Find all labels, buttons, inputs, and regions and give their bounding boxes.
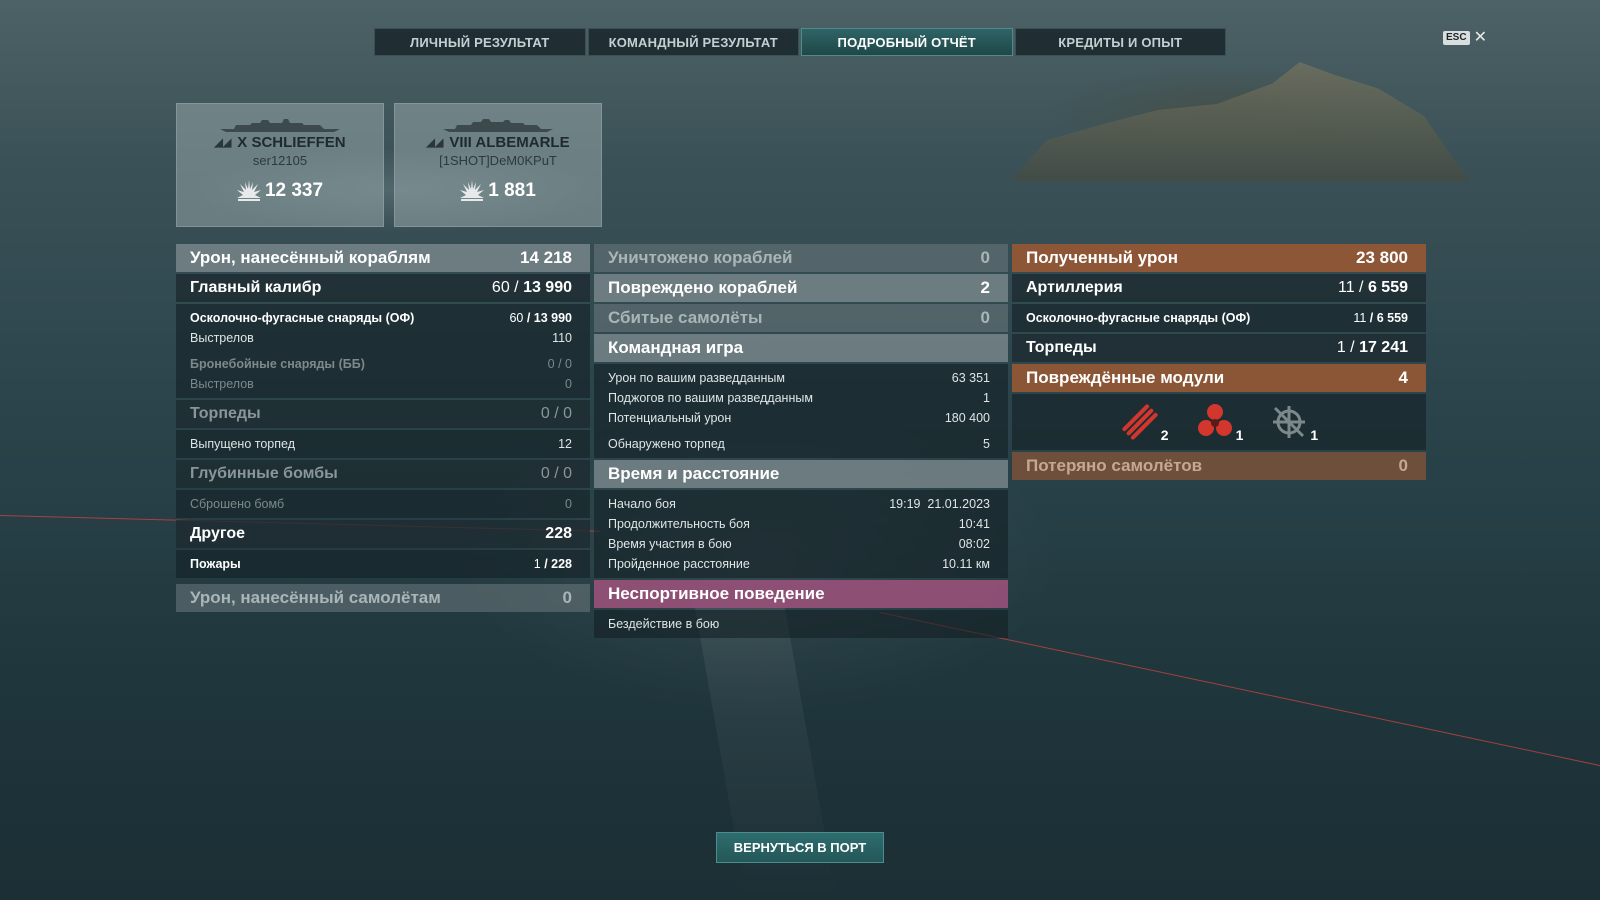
- player-name: ser12105: [252, 153, 308, 168]
- torps-launched-row: Выпущено торпед 12: [190, 437, 572, 451]
- ship-class-icon: ◢◢: [214, 137, 232, 149]
- spotting-fires-row: Поджогов по вашим разведданным 1: [608, 391, 990, 405]
- received-damage-column: Полученный урон 23 800 Артиллерия 11 / 6 …: [1012, 244, 1426, 482]
- team-play-header: Командная игра: [594, 334, 1008, 362]
- main-battery-details: Осколочно-фугасные снаряды (ОФ) 60 / 13 …: [176, 304, 590, 398]
- tab-credits-xp[interactable]: КРЕДИТЫ И ОПЫТ: [1014, 28, 1226, 56]
- ship-name: X SCHLIEFFEN: [237, 134, 346, 151]
- ship-name: VIII ALBEMARLE: [449, 134, 570, 151]
- torps-spotted-row: Обнаружено торпед 5: [608, 437, 990, 451]
- damage-explosion-icon: [460, 180, 485, 201]
- planes-lost-header: Потеряно самолётов 0: [1012, 452, 1426, 480]
- he-shots-row: Выстрелов 110: [190, 331, 572, 345]
- damage-explosion-icon: [236, 180, 261, 201]
- tab-personal-result[interactable]: ЛИЧНЫЙ РЕЗУЛЬТАТ: [374, 28, 586, 56]
- time-distance-details: Начало боя 19:19 21.01.2023 Продолжительн…: [594, 490, 1008, 578]
- player-card[interactable]: ◢◢ VIII ALBEMARLE [1SHOT]DeM0KPuT 1 881: [394, 103, 602, 227]
- torpedo-tubes-icon: [1122, 404, 1158, 440]
- damaged-ships-header: Повреждено кораблей 2: [594, 274, 1008, 302]
- player-name: [1SHOT]DeM0KPuT: [439, 153, 557, 168]
- artillery-details: Осколочно-фугасные снаряды (ОФ) 11 / 6 5…: [1012, 304, 1426, 332]
- distance-row: Пройденное расстояние 10.11 км: [608, 557, 990, 571]
- player-card[interactable]: ◢◢ X SCHLIEFFEN ser12105 12 337: [176, 103, 384, 227]
- unsporting-details: Бездействие в бою: [594, 610, 1008, 638]
- bombs-dropped-row: Сброшено бомб 0: [190, 497, 572, 511]
- other-row: Другое 228: [176, 520, 590, 548]
- fires-row: Пожары 1 / 228: [190, 557, 572, 571]
- damage-value: 12 337: [264, 180, 324, 201]
- close-button[interactable]: ESC ✕: [1443, 29, 1487, 46]
- idle-row: Бездействие в бою: [608, 617, 720, 631]
- received-he-row: Осколочно-фугасные снаряды (ОФ) 11 / 6 5…: [1026, 311, 1408, 325]
- damaged-modules-header: Повреждённые модули 4: [1012, 364, 1426, 392]
- tab-team-result[interactable]: КОМАНДНЫЙ РЕЗУЛЬТАТ: [587, 28, 799, 56]
- damaged-modules-icons: 2 1 1: [1012, 394, 1426, 450]
- tab-detailed-report[interactable]: ПОДРОБНЫЙ ОТЧЁТ: [801, 28, 1013, 56]
- dealt-damage-column: Урон, нанесённый кораблям 14 218 Главный…: [176, 244, 590, 614]
- team-column: Уничтожено кораблей 0 Повреждено кораблей…: [594, 244, 1008, 640]
- plane-damage-header: Урон, нанесённый самолётам 0: [176, 584, 590, 612]
- received-damage-header: Полученный урон 23 800: [1012, 244, 1426, 272]
- torpedoes-row: Торпеды 0 / 0: [176, 400, 590, 428]
- planes-shot-header: Сбитые самолёты 0: [594, 304, 1008, 332]
- ship-damage-header: Урон, нанесённый кораблям 14 218: [176, 244, 590, 272]
- torpedo-tubes-module[interactable]: 2: [1120, 402, 1169, 442]
- torpedoes-details: Выпущено торпед 12: [176, 430, 590, 458]
- ship-class-icon: ◢◢: [426, 137, 444, 149]
- depth-charges-row: Глубинные бомбы 0 / 0: [176, 460, 590, 488]
- unsporting-header: Неспортивное поведение: [594, 580, 1008, 608]
- battle-duration-row: Продолжительность боя 10:41: [608, 517, 990, 531]
- artillery-row: Артиллерия 11 / 6 559: [1012, 274, 1426, 302]
- battle-start-row: Начало боя 19:19 21.01.2023: [608, 497, 990, 511]
- esc-key-hint: ESC: [1443, 31, 1470, 45]
- propeller-icon: [1197, 404, 1232, 436]
- return-to-port-button[interactable]: ВЕРНУТЬСЯ В ПОРТ: [716, 832, 884, 863]
- propeller-module[interactable]: 1: [1195, 402, 1243, 442]
- close-icon: ✕: [1473, 29, 1487, 46]
- steering-gear-icon: [1273, 406, 1306, 438]
- other-details: Пожары 1 / 228: [176, 550, 590, 578]
- time-distance-header: Время и расстояние: [594, 460, 1008, 488]
- ap-shots-row: Выстрелов 0: [190, 377, 572, 391]
- ap-shells-row: Бронебойные снаряды (ББ) 0 / 0: [190, 357, 572, 371]
- depth-charges-details: Сброшено бомб 0: [176, 490, 590, 518]
- potential-damage-row: Потенциальный урон 180 400: [608, 411, 990, 425]
- tab-bar: ЛИЧНЫЙ РЕЗУЛЬТАТ КОМАНДНЫЙ РЕЗУЛЬТАТ ПОД…: [374, 28, 1226, 56]
- destroyed-ships-header: Уничтожено кораблей 0: [594, 244, 1008, 272]
- received-torpedoes-row: Торпеды 1 / 17 241: [1012, 334, 1426, 362]
- steering-gear-module[interactable]: 1: [1269, 402, 1318, 442]
- ship-silhouette-icon: [443, 119, 553, 132]
- participation-time-row: Время участия в бою 08:02: [608, 537, 990, 551]
- he-shells-row: Осколочно-фугасные снаряды (ОФ) 60 / 13 …: [190, 311, 572, 325]
- main-battery-row: Главный калибр 60 / 13 990: [176, 274, 590, 302]
- spotting-damage-row: Урон по вашим разведданным 63 351: [608, 371, 990, 385]
- ship-silhouette-icon: [220, 119, 340, 132]
- damage-value: 1 881: [488, 180, 536, 201]
- team-play-details: Урон по вашим разведданным 63 351 Поджого…: [594, 364, 1008, 458]
